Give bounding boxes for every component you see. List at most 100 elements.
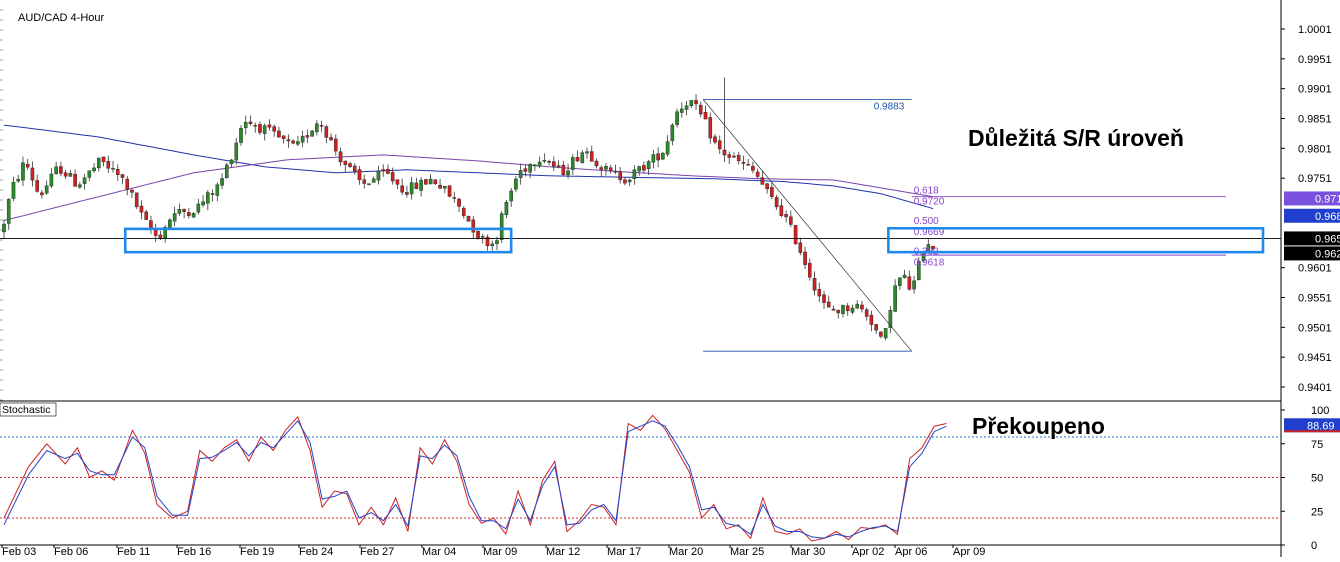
- time-tick-label: Feb 16: [177, 546, 211, 557]
- candle-body: [627, 179, 632, 183]
- candle-body: [680, 108, 684, 113]
- candle-body: [514, 178, 518, 190]
- candle-body: [698, 104, 703, 115]
- candle-body: [210, 193, 215, 195]
- candle-body: [751, 165, 755, 171]
- candle-body: [115, 169, 120, 175]
- stochastic-tick-label: 100: [1311, 405, 1329, 417]
- candle-body: [907, 276, 912, 290]
- candle-body: [575, 156, 580, 162]
- time-tick-label: Apr 06: [895, 546, 927, 557]
- price-tick-label: 0.9951: [1298, 54, 1332, 66]
- time-tick-label: Apr 02: [852, 546, 884, 557]
- price-tick-label: 0.9501: [1298, 322, 1332, 334]
- candle-body: [661, 152, 665, 160]
- candle-body: [386, 168, 390, 174]
- candle-body: [618, 171, 622, 181]
- time-tick-label: Mar 25: [730, 546, 764, 557]
- candle-body: [101, 156, 106, 162]
- candle-body: [11, 182, 16, 199]
- chart-title: AUD/CAD 4-Hour: [18, 12, 105, 24]
- candle-body: [779, 205, 784, 216]
- candle-body: [722, 149, 727, 156]
- fib-ratio-label: 0.618: [914, 186, 939, 197]
- candle-body: [87, 170, 92, 178]
- price-tick-label: 0.9751: [1298, 173, 1332, 185]
- candle-body: [352, 165, 357, 172]
- candle-body: [845, 305, 850, 311]
- candle-body: [409, 182, 414, 195]
- candle-body: [836, 309, 841, 314]
- candle-body: [329, 137, 333, 141]
- fib-price-label: 0.9720: [914, 197, 945, 208]
- candle-body: [893, 285, 897, 312]
- candle-body: [414, 182, 419, 189]
- candle-body: [243, 122, 248, 129]
- price-badge-label: 0.9627: [1315, 248, 1340, 260]
- price-tick-label: 0.9601: [1298, 263, 1332, 275]
- candle-body: [689, 100, 694, 106]
- candle-body: [637, 166, 641, 172]
- candle-body: [850, 307, 855, 313]
- candle-body: [234, 142, 239, 161]
- fib-ratio-label: 0.500: [914, 216, 939, 227]
- candle-body: [518, 170, 523, 178]
- candle-body: [187, 212, 191, 216]
- candle-body: [860, 304, 864, 310]
- stochastic-badge-label: 88.69: [1307, 420, 1335, 432]
- candle-body: [447, 185, 452, 197]
- candle-body: [191, 212, 196, 218]
- time-tick-label: Mar 12: [546, 546, 580, 557]
- candle-body: [428, 178, 433, 185]
- candle-body: [201, 201, 205, 206]
- candle-body: [547, 160, 551, 163]
- candle-body: [556, 165, 561, 167]
- candle-body: [523, 168, 528, 172]
- candle-body: [784, 214, 788, 218]
- candle-body: [44, 185, 49, 194]
- candle-body: [594, 160, 599, 167]
- candle-body: [613, 171, 618, 173]
- candle-body: [267, 124, 272, 128]
- candle-body: [774, 197, 779, 208]
- candle-body: [206, 192, 210, 204]
- candle-body: [542, 160, 547, 162]
- candle-body: [822, 294, 826, 303]
- candle-body: [552, 161, 556, 167]
- price-tick-label: 0.9801: [1298, 143, 1332, 155]
- candle-body: [646, 161, 651, 169]
- candle-body: [713, 136, 717, 143]
- candle-body: [665, 141, 670, 155]
- chart-canvas: 0.98830.6180.97200.5000.96690.3820.9618 …: [0, 0, 1340, 558]
- stochastic-tick-label: 50: [1311, 473, 1323, 485]
- candle-body: [258, 124, 262, 133]
- candle-body: [471, 219, 476, 233]
- candle-body: [111, 167, 115, 170]
- candle-body: [400, 185, 404, 193]
- candle-body: [224, 164, 229, 179]
- candle-body: [40, 192, 44, 196]
- time-tick-label: Feb 11: [117, 546, 150, 557]
- time-tick-label: Mar 04: [422, 546, 456, 557]
- candle-body: [376, 171, 381, 181]
- candle-body: [25, 163, 30, 168]
- candle-body: [533, 164, 537, 167]
- candle-body: [755, 171, 760, 177]
- candle-body: [134, 192, 139, 207]
- candle-body: [291, 140, 295, 144]
- candle-body: [466, 215, 471, 222]
- candle-body: [371, 178, 376, 183]
- sr-level-annotation: Důležitá S/R úroveň: [968, 125, 1184, 151]
- price-badge-label: 0.9650: [1315, 233, 1340, 245]
- candle-body: [405, 192, 409, 195]
- candle-body: [215, 184, 220, 196]
- price-tick-label: 0.9851: [1298, 114, 1332, 126]
- candle-body: [16, 178, 21, 182]
- candle-body: [528, 163, 532, 173]
- candle-body: [310, 130, 314, 137]
- candle-body: [808, 262, 812, 278]
- stochastic-tick-label: 75: [1311, 439, 1323, 451]
- candle-body: [177, 209, 182, 214]
- candle-body: [73, 173, 77, 187]
- candle-body: [770, 187, 774, 197]
